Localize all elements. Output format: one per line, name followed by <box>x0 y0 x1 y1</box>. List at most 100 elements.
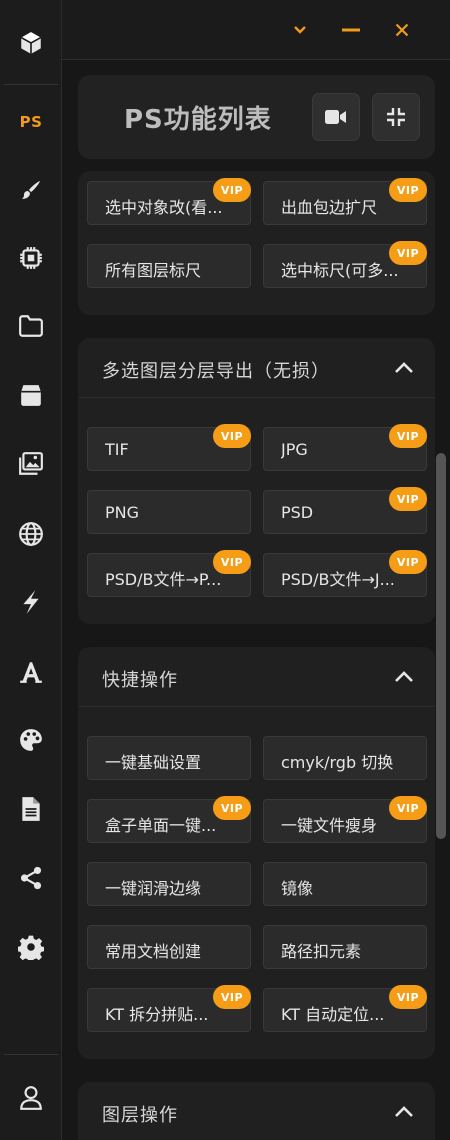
chip-icon <box>20 247 42 269</box>
function-button[interactable]: 盒子单面一键... VIP <box>87 796 251 843</box>
sidebar-item-bolt[interactable] <box>0 580 62 624</box>
chevron-down-icon <box>294 26 306 34</box>
section-quick-actions: 快捷操作 一键基础设置 cmyk/rgb 切换 盒子单面一键... VIP 一键… <box>78 647 435 1059</box>
vip-badge: VIP <box>389 424 427 448</box>
chevron-up-icon <box>395 362 413 373</box>
function-button-label: 一键基础设置 <box>105 753 202 772</box>
function-button[interactable]: 常用文档创建 <box>87 925 251 969</box>
sidebar-item-chip[interactable] <box>0 236 62 280</box>
ps-label: PS <box>19 113 43 131</box>
function-button[interactable]: JPG VIP <box>263 424 427 471</box>
collapse-button[interactable] <box>280 10 320 50</box>
function-button[interactable]: 选中标尺(可多... VIP <box>263 241 427 288</box>
sidebar: PS <box>0 0 62 1140</box>
function-button[interactable]: PSD/B文件→J... VIP <box>263 550 427 597</box>
cube-icon <box>20 32 42 54</box>
function-button-label: 选中对象改(看... <box>105 198 223 217</box>
sidebar-divider <box>4 84 58 85</box>
sidebar-item-cube[interactable] <box>0 21 62 65</box>
function-button[interactable]: 一键文件瘦身 VIP <box>263 796 427 843</box>
brush-icon <box>22 181 40 199</box>
page-title: PS功能列表 <box>124 105 272 135</box>
function-button-label: PSD <box>281 503 314 522</box>
function-button-label: 出血包边扩尺 <box>281 198 378 217</box>
share-icon <box>20 866 42 890</box>
user-icon <box>20 1086 42 1110</box>
section-partial: 选中对象改(看... VIP 出血包边扩尺 VIP 所有图层标尺 选中标尺(可多… <box>78 171 435 315</box>
function-button-label: 路径扣元素 <box>281 942 362 961</box>
sidebar-item-settings[interactable] <box>0 925 62 969</box>
section-header[interactable]: 快捷操作 <box>78 647 435 707</box>
function-button-label: PSD/B文件→J... <box>281 570 395 589</box>
font-icon <box>20 662 42 683</box>
sidebar-item-font[interactable] <box>0 650 62 694</box>
scrollbar-thumb[interactable] <box>436 453 446 839</box>
vip-badge: VIP <box>389 178 427 202</box>
compress-button[interactable] <box>372 93 420 141</box>
function-button[interactable]: 一键润滑边缘 <box>87 862 251 906</box>
function-button-label: 一键润滑边缘 <box>105 879 202 898</box>
function-button[interactable]: 一键基础设置 <box>87 736 251 780</box>
chevron-up-icon <box>395 671 413 682</box>
header-card: PS功能列表 <box>78 75 435 159</box>
vip-badge: VIP <box>389 487 427 511</box>
function-button[interactable]: 所有图层标尺 <box>87 244 251 288</box>
sidebar-item-box[interactable] <box>0 373 62 417</box>
app-window: PS PS功能列表 选中对象改(看... VIP 出血包边扩尺 VIP 所有图层… <box>0 0 450 1140</box>
function-button-label: cmyk/rgb 切换 <box>281 753 394 772</box>
sidebar-item-user[interactable] <box>0 1076 62 1120</box>
function-button[interactable]: 镜像 <box>263 862 427 906</box>
function-button[interactable]: 路径扣元素 <box>263 925 427 969</box>
vip-badge: VIP <box>213 550 251 574</box>
sidebar-item-images[interactable] <box>0 442 62 486</box>
title-bar <box>62 0 450 60</box>
sidebar-item-file[interactable] <box>0 787 62 831</box>
function-button-label: 选中标尺(可多... <box>281 261 399 280</box>
vip-badge: VIP <box>389 985 427 1009</box>
function-button[interactable]: PNG <box>87 490 251 534</box>
function-button[interactable]: 选中对象改(看... VIP <box>87 178 251 225</box>
function-button[interactable]: 出血包边扩尺 VIP <box>263 178 427 225</box>
function-button-label: KT 自动定位... <box>281 1005 385 1024</box>
sidebar-item-globe[interactable] <box>0 512 62 556</box>
vip-badge: VIP <box>213 178 251 202</box>
sidebar-item-palette[interactable] <box>0 718 62 762</box>
function-button[interactable]: cmyk/rgb 切换 <box>263 736 427 780</box>
sidebar-item-folder[interactable] <box>0 304 62 348</box>
images-icon <box>19 452 43 475</box>
sidebar-item-share[interactable] <box>0 856 62 900</box>
sidebar-item-brush[interactable] <box>0 168 62 212</box>
minimize-button[interactable] <box>331 10 371 50</box>
function-button-label: 镜像 <box>281 879 314 898</box>
close-icon <box>395 23 409 37</box>
function-button[interactable]: PSD/B文件→P... VIP <box>87 550 251 597</box>
function-button-label: PNG <box>105 503 140 522</box>
video-icon <box>325 110 346 124</box>
function-button-label: KT 拆分拼贴... <box>105 1005 209 1024</box>
sidebar-divider <box>4 1054 58 1055</box>
sidebar-item-ps[interactable]: PS <box>0 100 62 144</box>
vip-badge: VIP <box>213 796 251 820</box>
function-button[interactable]: PSD VIP <box>263 487 427 534</box>
main-content[interactable]: PS功能列表 选中对象改(看... VIP 出血包边扩尺 VIP 所有图层标尺 … <box>62 61 450 1140</box>
box-icon <box>21 385 41 406</box>
minimize-icon <box>342 28 360 32</box>
function-button[interactable]: KT 自动定位... VIP <box>263 985 427 1032</box>
function-button-label: TIF <box>105 440 129 459</box>
vip-badge: VIP <box>389 550 427 574</box>
section-header[interactable]: 图层操作 <box>78 1082 435 1140</box>
function-button-label: 所有图层标尺 <box>105 261 202 280</box>
video-button[interactable] <box>312 93 360 141</box>
function-button[interactable]: TIF VIP <box>87 424 251 471</box>
function-button-label: PSD/B文件→P... <box>105 570 222 589</box>
section-header[interactable]: 多选图层分层导出（无损） <box>78 338 435 398</box>
function-button-label: JPG <box>281 440 308 459</box>
close-button[interactable] <box>382 10 422 50</box>
vip-badge: VIP <box>213 985 251 1009</box>
file-icon <box>22 797 40 821</box>
compress-icon <box>387 108 405 126</box>
gear-icon <box>18 935 44 960</box>
function-button[interactable]: KT 拆分拼贴... VIP <box>87 985 251 1032</box>
palette-icon <box>20 729 42 751</box>
globe-icon <box>19 522 43 546</box>
